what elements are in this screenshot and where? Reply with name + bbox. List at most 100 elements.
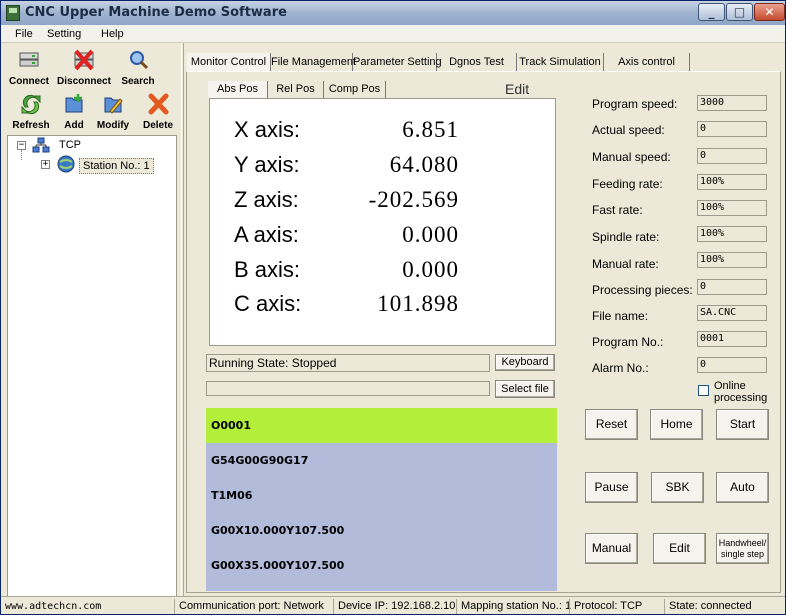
status-port: Communication port: Network — [174, 599, 324, 614]
axis-row-x: X axis: 6.851 — [210, 115, 557, 149]
axis-row-a: A axis: 0.000 — [210, 220, 557, 254]
subtab-abs-pos[interactable]: Abs Pos — [208, 81, 268, 98]
connect-button[interactable]: Connect — [7, 49, 51, 89]
program-no-field: 0001 — [697, 331, 767, 347]
program-line[interactable]: G00X10.000Y107.500 — [206, 513, 557, 548]
axis-row-b: B axis: 0.000 — [210, 255, 557, 289]
menu-help[interactable]: Help — [101, 28, 124, 40]
axis-name: A axis: — [234, 222, 299, 247]
modify-icon — [104, 97, 123, 114]
online-processing-checkbox[interactable] — [698, 385, 709, 396]
search-button[interactable]: Search — [117, 49, 159, 89]
disconnect-icon — [74, 49, 94, 71]
axis-name: Y axis: — [234, 152, 300, 177]
program-line[interactable]: G54G00G90G17 — [206, 443, 557, 478]
axis-value: 6.851 — [402, 117, 459, 142]
refresh-label: Refresh — [12, 120, 50, 131]
axis-name: X axis: — [234, 117, 301, 142]
status-protocol: Protocol: TCP — [569, 599, 642, 614]
tab-dgnos-test[interactable]: Dgnos Test — [437, 53, 517, 71]
processing-pieces-label: Processing pieces: — [592, 283, 693, 297]
tab-axis-control[interactable]: Axis control — [604, 53, 690, 71]
tab-track-simulation[interactable]: Track Simulation — [517, 53, 604, 71]
axis-row-c: C axis: 101.898 — [210, 289, 557, 323]
manual-button[interactable]: Manual — [585, 533, 638, 564]
axis-value: -202.569 — [368, 187, 459, 212]
menu-bar: File Setting Help — [1, 25, 785, 43]
station-icon — [57, 155, 75, 173]
maximize-button[interactable]: □ — [726, 3, 753, 21]
alarm-no-label: Alarm No.: — [592, 361, 649, 375]
window-title: CNC Upper Machine Demo Software — [25, 5, 287, 20]
edit-button[interactable]: Edit — [653, 533, 706, 564]
delete-icon — [148, 93, 169, 115]
menu-setting[interactable]: Setting — [47, 28, 81, 40]
feeding-rate-field: 100% — [697, 174, 767, 190]
tab-monitor-control[interactable]: Monitor Control — [187, 53, 271, 71]
alarm-no-field: 0 — [697, 357, 767, 373]
tab-parameter-setting[interactable]: Parameter Setting — [353, 53, 442, 71]
search-label: Search — [121, 76, 155, 87]
axis-value: 101.898 — [377, 291, 459, 316]
manual-speed-field: 0 — [697, 148, 767, 164]
tree-node-station[interactable]: Station No.: 1 — [79, 158, 154, 174]
select-file-button[interactable]: Select file — [495, 380, 555, 398]
program-no-label: Program No.: — [592, 335, 664, 349]
search-icon — [130, 51, 149, 70]
auto-button[interactable]: Auto — [716, 472, 769, 503]
program-line[interactable]: G00X35.000Y107.500 — [206, 548, 557, 583]
axis-name: Z axis: — [234, 187, 299, 212]
reset-button[interactable]: Reset — [585, 409, 638, 440]
program-line[interactable]: T1M06 — [206, 478, 557, 513]
modify-label: Modify — [96, 120, 130, 131]
delete-button[interactable]: Delete — [137, 93, 179, 133]
minimize-button[interactable]: _ — [698, 3, 725, 21]
handwheel-single-step-button[interactable]: Handwheel/ single step — [716, 533, 769, 564]
close-button[interactable]: ✕ — [754, 3, 785, 21]
tree-expand-toggle[interactable]: + — [41, 160, 50, 169]
disconnect-button[interactable]: Disconnect — [53, 49, 115, 89]
file-name-field: SA.CNC — [697, 305, 767, 321]
status-bar: www.adtechcn.com Communication port: Net… — [1, 596, 785, 614]
manual-rate-field: 100% — [697, 252, 767, 268]
left-pane: Connect Disconnect Search Refresh Add Mo… — [1, 43, 181, 614]
spindle-rate-label: Spindle rate: — [592, 230, 660, 244]
actual-speed-label: Actual speed: — [592, 123, 665, 137]
station-tree[interactable]: − TCP + Station No.: 1 — [7, 135, 177, 614]
tab-file-management[interactable]: File Management — [271, 53, 356, 71]
program-line-current[interactable]: O0001 — [206, 408, 557, 443]
disconnect-label: Disconnect — [57, 76, 111, 87]
spindle-rate-field: 100% — [697, 226, 767, 242]
running-state-field: Running State: Stopped — [206, 354, 490, 372]
home-button[interactable]: Home — [650, 409, 703, 440]
modify-button[interactable]: Modify — [93, 93, 133, 133]
subtab-rel-pos[interactable]: Rel Pos — [268, 81, 324, 98]
add-button[interactable]: Add — [57, 93, 91, 133]
tree-collapse-toggle[interactable]: − — [17, 141, 26, 150]
pause-button[interactable]: Pause — [585, 472, 638, 503]
selected-file-field — [206, 381, 490, 396]
fast-rate-field: 100% — [697, 200, 767, 216]
refresh-button[interactable]: Refresh — [9, 93, 53, 133]
sbk-button[interactable]: SBK — [651, 472, 704, 503]
actual-speed-field: 0 — [697, 121, 767, 137]
program-speed-label: Program speed: — [592, 97, 678, 111]
start-button[interactable]: Start — [716, 409, 769, 440]
axis-row-z: Z axis: -202.569 — [210, 185, 557, 219]
add-icon — [65, 94, 83, 113]
file-name-label: File name: — [592, 309, 649, 323]
title-bar[interactable]: CNC Upper Machine Demo Software _ □ ✕ — [1, 1, 785, 25]
app-icon — [6, 5, 20, 21]
keyboard-button[interactable]: Keyboard — [495, 354, 555, 371]
tree-node-tcp[interactable]: TCP — [59, 139, 81, 151]
status-ip: Device IP: 192.168.2.10 — [333, 599, 455, 614]
menu-file[interactable]: File — [15, 28, 33, 40]
manual-rate-label: Manual rate: — [592, 257, 659, 271]
pane-splitter[interactable] — [181, 43, 184, 596]
connect-icon — [19, 52, 39, 67]
subtab-comp-pos[interactable]: Comp Pos — [324, 81, 386, 98]
status-url: www.adtechcn.com — [5, 601, 102, 612]
processing-pieces-field: 0 — [697, 279, 767, 295]
program-listing[interactable]: O0001 G54G00G90G17 T1M06 G00X10.000Y107.… — [206, 408, 557, 591]
app-window: CNC Upper Machine Demo Software _ □ ✕ Fi… — [0, 0, 786, 615]
